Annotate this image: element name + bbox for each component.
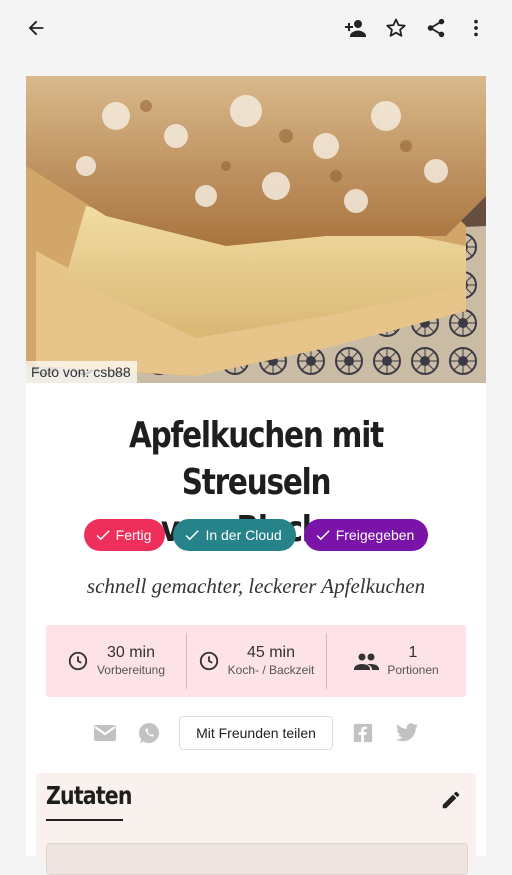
recipe-subtitle: schnell gemachter, leckerer Apfelkuchen [86,574,426,598]
photo-credit: Foto von: csb88 [26,361,137,383]
check-icon [185,530,200,541]
share-row: Mit Freunden teilen [26,715,486,751]
email-icon[interactable] [83,723,127,743]
people-icon [353,650,380,672]
share-icon[interactable] [420,12,452,44]
servings-label: Portionen [387,663,439,677]
cook-time-value: 45 min [246,644,295,661]
ingredients-section: Zutaten [36,773,476,875]
servings: 1 Portionen [326,625,466,697]
ingredients-title-underline [46,819,123,821]
recipe-title-line1: Apfelkuchen mit Streuseln [129,415,384,503]
person-add-icon[interactable] [340,12,372,44]
whatsapp-icon[interactable] [127,721,171,745]
cook-time: 45 min Koch- / Backzeit [186,625,326,697]
recipe-photo[interactable]: Foto von: csb88 [26,76,486,383]
prep-time: 30 min Vorbereitung [46,625,186,697]
servings-value: 1 [408,644,418,661]
badge-fertig[interactable]: Fertig [83,519,166,551]
status-badges: Fertig In der Cloud Freigegeben [26,519,486,551]
ingredients-list [46,843,468,875]
clock-icon [198,650,220,672]
edit-ingredients-icon[interactable] [440,789,462,816]
badge-freigegeben-label: Freigegeben [335,527,415,543]
more-vert-icon[interactable] [460,12,492,44]
cook-time-label: Koch- / Backzeit [227,663,315,677]
twitter-icon[interactable] [385,722,429,744]
facebook-icon[interactable] [341,722,385,744]
star-outline-icon[interactable] [380,12,412,44]
badge-fertig-label: Fertig [115,527,152,543]
prep-time-label: Vorbereitung [96,663,166,677]
badge-cloud[interactable]: In der Cloud [173,519,296,551]
app-toolbar [0,0,512,56]
badge-cloud-label: In der Cloud [205,527,282,543]
share-with-friends-button[interactable]: Mit Freunden teilen [179,716,333,750]
clock-icon [67,650,89,672]
arrow-back-icon[interactable] [20,12,52,44]
prep-time-value: 30 min [106,644,156,661]
ingredients-title: Zutaten [46,781,132,810]
recipe-times: 30 min Vorbereitung 45 min Koch- / Backz… [46,625,466,697]
check-icon [96,530,110,541]
recipe-card: Foto von: csb88 Apfelkuchen mit Streusel… [26,76,486,875]
badge-freigegeben[interactable]: Freigegeben [303,519,429,551]
check-icon [316,530,330,541]
